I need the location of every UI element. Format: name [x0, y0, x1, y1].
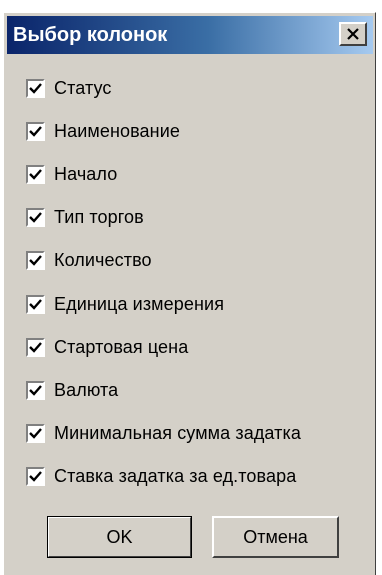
checkbox[interactable] [26, 294, 45, 314]
column-label: Валюта [54, 379, 119, 400]
column-chooser-dialog: Выбор колонок Статус Наименование Начало… [3, 12, 376, 575]
ok-button[interactable]: OK [47, 516, 192, 558]
column-item-min-deposit[interactable]: Минимальная сумма задатка [26, 412, 301, 455]
checkbox[interactable] [26, 423, 45, 443]
checkmark-icon [29, 341, 42, 353]
checkmark-icon [29, 298, 42, 310]
column-item-start-price[interactable]: Стартовая цена [26, 326, 301, 369]
column-label: Минимальная сумма задатка [54, 422, 301, 443]
column-label: Наименование [54, 121, 180, 142]
column-item-unit[interactable]: Единица измерения [26, 282, 301, 325]
checkmark-icon [29, 126, 42, 137]
column-label: Начало [54, 164, 118, 185]
checkmark-icon [29, 169, 42, 180]
checkmark-icon [29, 255, 42, 267]
checkbox[interactable] [26, 380, 45, 400]
checkmark-icon [29, 212, 42, 224]
column-label: Ставка задатка за ед.товара [54, 465, 297, 486]
dialog-title: Выбор колонок [13, 24, 168, 46]
column-label: Статус [54, 78, 112, 99]
checkbox[interactable] [26, 122, 45, 142]
checkbox[interactable] [26, 208, 45, 228]
column-item-currency[interactable]: Валюта [26, 369, 301, 412]
column-item-quantity[interactable]: Количество [26, 239, 301, 282]
checkmark-icon [29, 471, 42, 482]
checkbox[interactable] [26, 79, 45, 99]
dialog-titlebar[interactable]: Выбор колонок [7, 16, 373, 54]
column-list: Статус Наименование Начало Тип торгов Ко… [26, 67, 301, 498]
column-item-status[interactable]: Статус [26, 67, 301, 110]
checkmark-icon [29, 428, 42, 439]
column-label: Количество [54, 250, 152, 271]
checkbox[interactable] [26, 337, 45, 357]
checkbox[interactable] [26, 251, 45, 271]
checkmark-icon [29, 83, 42, 94]
column-label: Тип торгов [54, 207, 144, 228]
screen-background: Выбор колонок Статус Наименование Начало… [0, 0, 382, 575]
column-item-trade-type[interactable]: Тип торгов [26, 196, 301, 239]
checkbox[interactable] [26, 165, 45, 185]
column-label: Единица измерения [54, 293, 225, 314]
checkbox[interactable] [26, 466, 45, 486]
column-item-name[interactable]: Наименование [26, 110, 301, 153]
column-label: Стартовая цена [54, 336, 189, 357]
column-item-deposit-rate[interactable]: Ставка задатка за ед.товара [26, 455, 301, 498]
close-icon [346, 28, 360, 40]
close-button[interactable] [339, 22, 367, 46]
column-item-start[interactable]: Начало [26, 153, 301, 196]
checkmark-icon [29, 384, 42, 396]
cancel-button[interactable]: Отмена [212, 516, 339, 558]
